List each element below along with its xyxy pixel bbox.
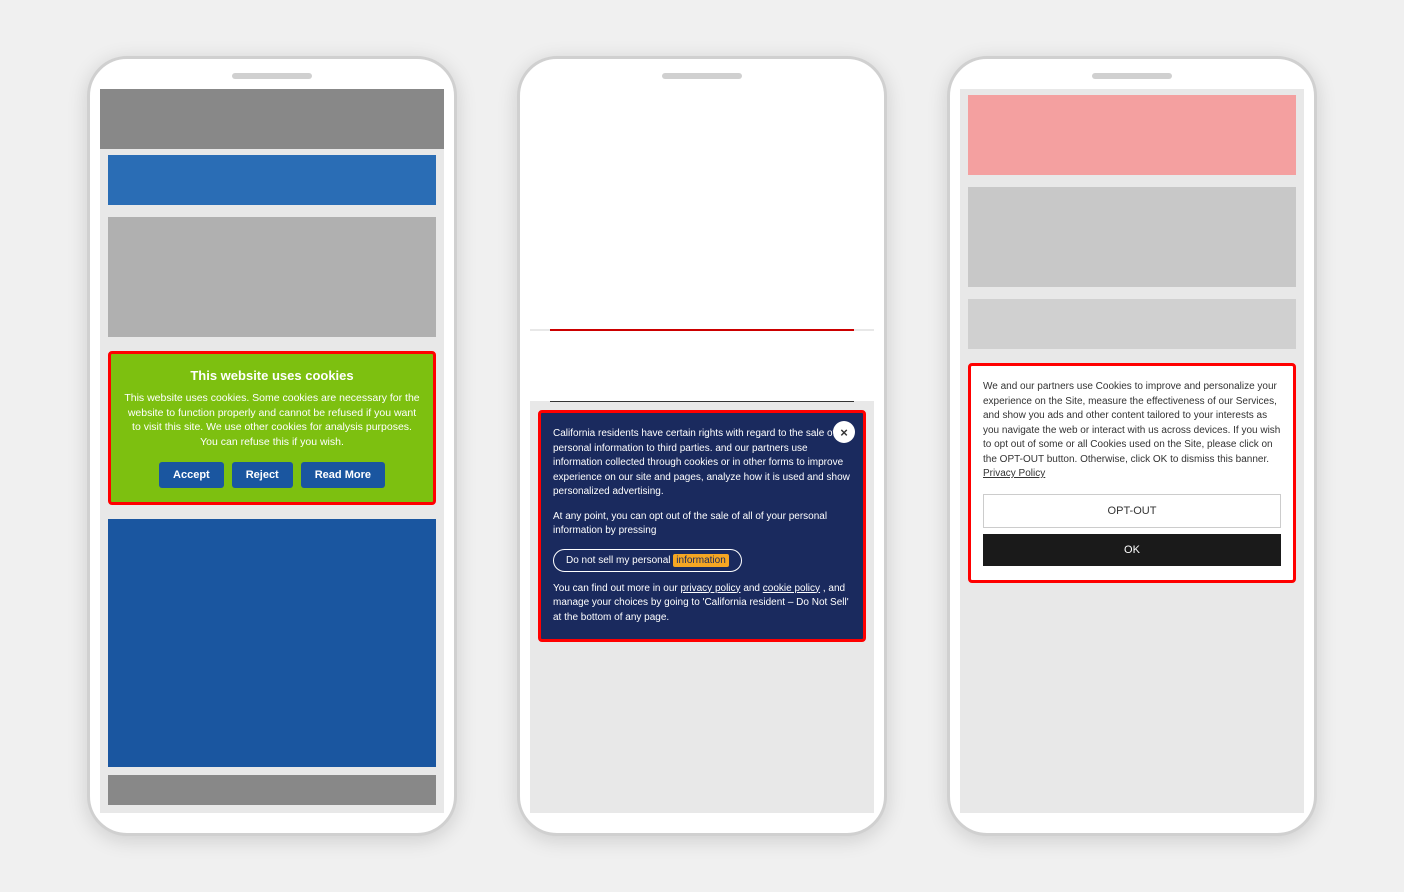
cookie-buttons-1: Accept Reject Read More [123,462,421,488]
phone-2-content: × California residents have certain righ… [530,89,874,813]
phone-1: This website uses cookies This website u… [87,56,457,836]
phone-1-bottom-gray [108,775,436,805]
do-not-sell-button[interactable]: Do not sell my personal information [553,549,742,572]
phone-2-top-white [530,89,874,329]
phone-2-cookie-text-3: You can find out more in our privacy pol… [553,582,851,626]
opt-out-button[interactable]: OPT-OUT [983,494,1281,528]
phone-2-close-button[interactable]: × [833,421,855,443]
phone-3-cookie-banner: We and our partners use Cookies to impro… [968,363,1296,583]
phone-3-pink-bar [968,95,1296,175]
phone-3-content: We and our partners use Cookies to impro… [960,89,1304,813]
phone-2-screen: × California residents have certain righ… [530,89,874,813]
phone-2-mid-white [530,331,874,401]
privacy-policy-link-3[interactable]: Privacy Policy [983,468,1045,479]
phone-1-screen: This website uses cookies This website u… [100,89,444,813]
phone-3-cookie-text: We and our partners use Cookies to impro… [983,380,1281,482]
phone-3-screen: We and our partners use Cookies to impro… [960,89,1304,813]
close-icon: × [840,425,848,440]
ok-button[interactable]: OK [983,534,1281,566]
phone-2-cookie-text-2: At any point, you can opt out of the sal… [553,510,851,539]
read-more-button[interactable]: Read More [301,462,385,488]
phone-3: We and our partners use Cookies to impro… [947,56,1317,836]
privacy-policy-link[interactable]: privacy policy [681,583,741,594]
accept-button[interactable]: Accept [159,462,224,488]
cookie-title-1: This website uses cookies [123,368,421,383]
phone-1-top-gray [100,89,444,149]
phone-2-line [550,401,854,402]
cookie-policy-link[interactable]: cookie policy [763,583,820,594]
phone-1-content: This website uses cookies This website u… [100,89,444,813]
phone-1-mid-gray [108,217,436,337]
phone-1-cookie-banner: This website uses cookies This website u… [108,351,436,505]
cookie-text-1: This website uses cookies. Some cookies … [123,391,421,450]
phone-1-blue-bar [108,155,436,205]
reject-button[interactable]: Reject [232,462,293,488]
phone-3-gray-block [968,187,1296,287]
phone-3-small-gray [968,299,1296,349]
highlight-information: information [673,554,728,567]
phone-1-bottom-blue [108,519,436,767]
phone-2-cookie-text-1: California residents have certain rights… [553,427,851,500]
phone-2: × California residents have certain righ… [517,56,887,836]
phone-2-cookie-banner: × California residents have certain righ… [538,410,866,642]
phones-container: This website uses cookies This website u… [47,16,1357,876]
